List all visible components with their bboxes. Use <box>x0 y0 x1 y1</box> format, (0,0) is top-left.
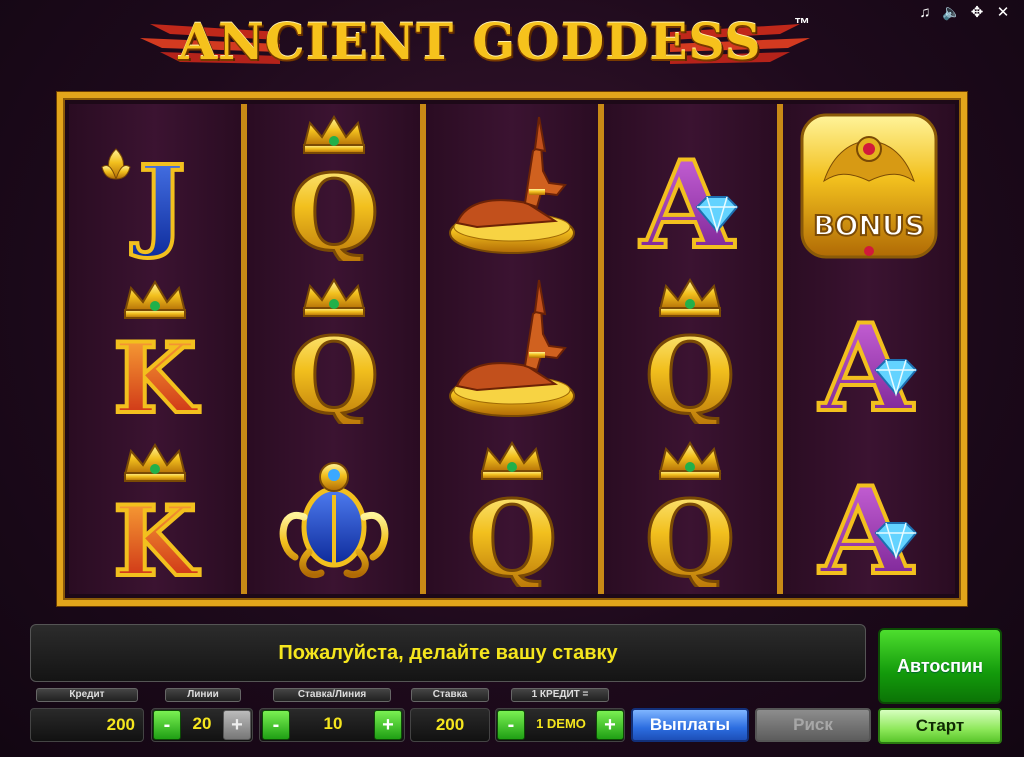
sound-icon[interactable]: 🔈 <box>942 4 961 22</box>
reel-3: Q <box>422 104 602 594</box>
fullscreen-icon[interactable]: ✥ <box>968 4 986 22</box>
symbol-anubis-icon <box>426 104 598 267</box>
lines-minus-button[interactable]: - <box>153 710 181 740</box>
symbol-k-icon: K <box>69 431 241 594</box>
bet-per-line-label: Ставка/Линия <box>273 688 391 702</box>
payouts-button[interactable]: Выплаты <box>631 708 749 742</box>
credit-field: 200 <box>30 708 144 742</box>
svg-text:Q: Q <box>645 314 736 424</box>
symbol-scarab-icon <box>247 431 419 594</box>
reel-4: A Q Q <box>601 104 780 594</box>
reel-2: Q Q <box>244 104 423 594</box>
game-title: ANCIENT GODDESS <box>178 12 762 71</box>
bet-per-line-plus-button[interactable]: + <box>374 710 402 740</box>
reels-grid: J K K Q Q Q A Q Q BONUS A A <box>69 104 956 594</box>
status-message: Пожалуйста, делайте вашу ставку <box>278 641 618 664</box>
symbol-a-icon: A <box>783 267 955 430</box>
svg-text:J: J <box>131 143 186 261</box>
reels-frame: J K K Q Q Q A Q Q BONUS A A <box>57 92 967 606</box>
svg-text:Q: Q <box>288 314 379 424</box>
symbol-q-icon: Q <box>247 104 419 267</box>
bet-field: 200 <box>410 708 490 742</box>
denomination-value: 1 DEMO <box>536 716 586 731</box>
one-credit-label: 1 КРЕДИТ = <box>511 688 609 702</box>
symbol-anubis-icon <box>426 267 598 430</box>
credit-label: Кредит <box>36 688 138 702</box>
lines-value: 20 <box>192 714 212 733</box>
credit-value: 200 <box>106 715 135 734</box>
message-panel: Пожалуйста, делайте вашу ставку <box>30 624 866 682</box>
lines-label: Линии <box>165 688 241 702</box>
denomination-plus-button[interactable]: + <box>596 710 624 740</box>
symbol-a-icon: A <box>604 104 776 267</box>
trademark-symbol: ™ <box>794 16 810 33</box>
svg-text:K: K <box>113 322 200 424</box>
svg-text:BONUS: BONUS <box>813 209 924 242</box>
close-icon[interactable]: ✕ <box>994 4 1012 22</box>
reel-5: BONUS A A <box>779 104 956 594</box>
bet-per-line-minus-button[interactable]: - <box>262 710 290 740</box>
svg-text:Q: Q <box>645 477 736 587</box>
svg-text:Q: Q <box>467 477 558 587</box>
music-icon[interactable]: ♫ <box>916 4 934 22</box>
top-toolbar: ♫ 🔈 ✥ ✕ <box>916 4 1012 22</box>
symbol-bonus-icon: BONUS <box>783 104 955 267</box>
symbol-a-icon: A <box>783 431 955 594</box>
game-logo: ANCIENT GODDESS ™ <box>120 4 820 84</box>
lines-plus-button[interactable]: + <box>223 710 251 740</box>
start-button[interactable]: Старт <box>878 708 1002 744</box>
symbol-q-icon: Q <box>604 431 776 594</box>
bet-value: 200 <box>435 715 465 734</box>
symbol-q-icon: Q <box>247 267 419 430</box>
bet-label: Ставка <box>411 688 489 702</box>
svg-text:Q: Q <box>288 151 379 261</box>
reel-1: J K K <box>69 104 245 594</box>
autospin-button[interactable]: Автоспин <box>878 628 1002 704</box>
svg-text:K: K <box>113 485 200 587</box>
risk-button: Риск <box>755 708 871 742</box>
symbol-q-icon: Q <box>426 431 598 594</box>
denomination-minus-button[interactable]: - <box>497 710 525 740</box>
symbol-q-icon: Q <box>604 267 776 430</box>
symbol-k-icon: K <box>69 267 241 430</box>
bet-per-line-value: 10 <box>323 714 343 733</box>
symbol-j-icon: J <box>69 104 241 267</box>
